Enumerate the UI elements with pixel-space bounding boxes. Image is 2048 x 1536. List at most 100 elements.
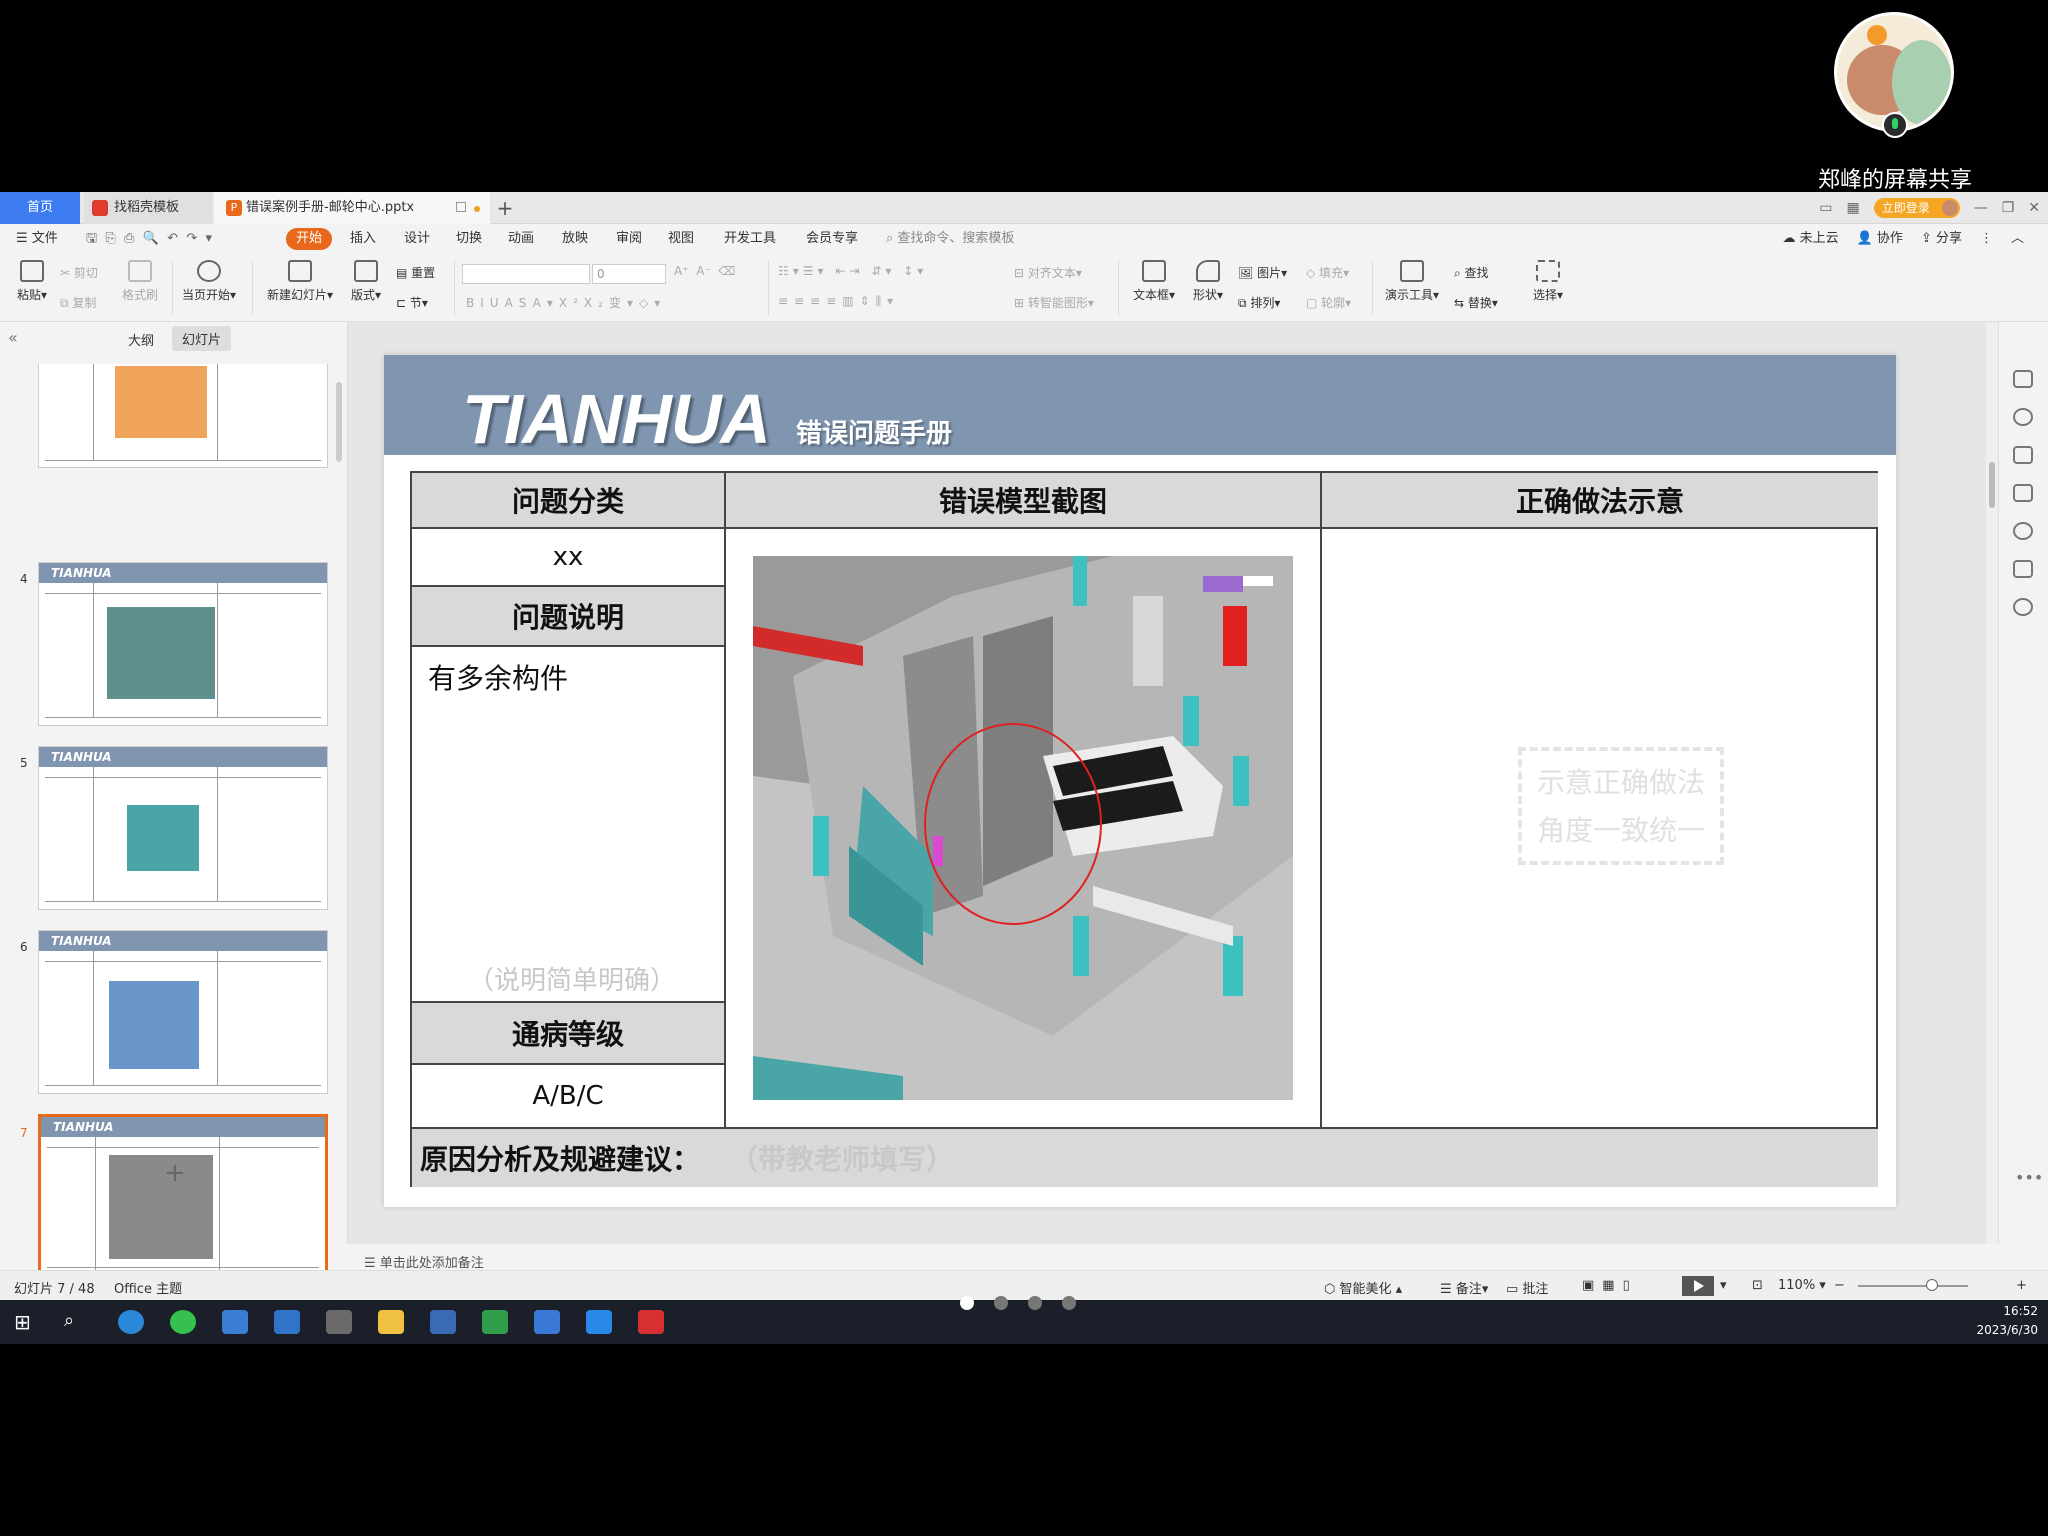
page-dot[interactable] — [1028, 1296, 1042, 1310]
zoom-slider-track[interactable] — [1858, 1285, 1968, 1287]
sorter-view-icon[interactable]: ▦ — [1602, 1278, 1622, 1293]
cut-button[interactable]: ✂ 剪切 — [60, 264, 98, 281]
select-button[interactable]: 选择▾ — [1528, 260, 1568, 303]
reading-view-icon[interactable]: ▯ — [1623, 1278, 1638, 1293]
shadow-text-icon[interactable]: A — [505, 296, 519, 310]
properties-icon[interactable] — [2013, 370, 2033, 388]
comments-toggle[interactable]: ▭ 批注 — [1506, 1278, 1548, 1297]
notes-toggle[interactable]: ☰ 备注▾ — [1440, 1278, 1488, 1297]
bim-model-screenshot[interactable] — [753, 556, 1293, 1100]
more-icon[interactable]: ⋮ — [1980, 228, 1993, 250]
menu-insert[interactable]: 插入 — [350, 228, 376, 250]
text-direction-icon[interactable]: ⇵▾ — [871, 264, 895, 278]
login-button[interactable]: 立即登录 — [1873, 198, 1960, 218]
zoom-level[interactable]: 110% ▾ — [1778, 1278, 1826, 1293]
copy-button[interactable]: ⧉ 复制 — [60, 294, 96, 311]
new-tab-button[interactable]: + — [490, 192, 520, 224]
play-options-chevron-icon[interactable]: ▾ — [1720, 1278, 1727, 1293]
italic-icon[interactable]: I — [480, 296, 490, 310]
slide-thumbnail[interactable] — [38, 364, 328, 468]
cloud-status[interactable]: ☁ 未上云 — [1782, 228, 1838, 250]
phonetic-icon[interactable]: 变▾ — [609, 296, 639, 310]
canvas-scrollbar-thumb[interactable] — [1989, 462, 1995, 508]
store-icon[interactable] — [222, 1310, 248, 1334]
book-icon[interactable] — [2013, 560, 2033, 578]
menu-start[interactable]: 开始 — [286, 228, 333, 250]
paragraph-spacing-icon[interactable]: ⇕ — [860, 294, 876, 308]
calculator-icon[interactable] — [326, 1310, 352, 1334]
bold-icon[interactable]: B — [466, 296, 480, 310]
paste-button[interactable]: 粘贴▾ — [12, 260, 52, 303]
windows-start-icon[interactable]: ⊞ — [14, 1310, 40, 1334]
align-right-icon[interactable]: ≡ — [810, 294, 826, 308]
section-button[interactable]: ⊏ 节▾ — [396, 294, 428, 311]
bullet-list-icon[interactable]: ☷▾ — [778, 264, 803, 278]
align-text-button[interactable]: ⊟ 对齐文本▾ — [1014, 264, 1082, 281]
print-icon[interactable]: ⎙ — [124, 231, 134, 246]
export-pdf-icon[interactable]: ⎘ — [105, 231, 115, 246]
columns-icon[interactable]: ⫼▾ — [876, 294, 900, 308]
tab-outline[interactable]: 大纲 — [128, 330, 154, 349]
customize-chevron-icon[interactable]: ▾ — [205, 231, 212, 246]
superscript-icon[interactable]: X² — [559, 296, 584, 310]
tab-home[interactable]: 首页 — [0, 192, 80, 224]
category-value[interactable]: xx — [412, 529, 726, 587]
minimize-icon[interactable]: — — [1974, 200, 1988, 216]
arrange-button[interactable]: ⧉ 排列▾ — [1238, 294, 1280, 311]
justify-icon[interactable]: ≡ — [826, 294, 842, 308]
shrink-font-icon[interactable]: A⁻ — [696, 264, 711, 278]
edge-browser-icon[interactable] — [118, 1310, 144, 1334]
textbox-button[interactable]: 文本框▾ — [1128, 260, 1180, 303]
slide-thumbnail[interactable]: TIANHUA — [38, 562, 328, 726]
collaborate-button[interactable]: 👤 协作 — [1857, 228, 1903, 250]
slide[interactable]: TIANHUA 错误问题手册 问题分类 错误模型截图 正确做法示意 xx 问题说… — [384, 355, 1896, 1207]
window-mode-icon[interactable] — [456, 202, 466, 212]
layout-button[interactable]: 版式▾ — [348, 260, 384, 303]
description-cell[interactable]: 有多余构件 （说明简单明确） — [412, 647, 726, 1003]
menu-transition[interactable]: 切换 — [456, 228, 482, 250]
menu-developer[interactable]: 开发工具 — [724, 228, 776, 250]
collapse-panel-icon[interactable]: « — [8, 328, 18, 347]
help-icon[interactable] — [2013, 598, 2033, 616]
level-value[interactable]: A/B/C — [412, 1065, 726, 1129]
clear-format-icon[interactable]: ⌫ — [718, 264, 735, 278]
print-preview-icon[interactable]: 🔍 — [143, 231, 159, 246]
reading-mode-icon[interactable]: ▭ — [1819, 200, 1832, 216]
undo-icon[interactable]: ↶ — [167, 231, 178, 246]
wps-app-icon[interactable] — [638, 1310, 664, 1334]
align-left-icon[interactable]: ≡ — [778, 294, 794, 308]
presenter-tools-button[interactable]: 演示工具▾ — [1380, 260, 1444, 303]
revit-app-icon[interactable] — [430, 1310, 456, 1334]
page-dot[interactable] — [960, 1296, 974, 1310]
menu-file[interactable]: ☰ 文件 — [16, 228, 58, 250]
reset-button[interactable]: ▤ 重置 — [396, 264, 435, 281]
slide-thumbnail[interactable]: TIANHUA — [38, 746, 328, 910]
more-options-icon[interactable]: ••• — [2015, 1168, 2043, 1187]
smart-beautify-button[interactable]: ⬡ 智能美化 ▴ — [1324, 1278, 1402, 1297]
smart-shape-button[interactable]: ⊞ 转智能图形▾ — [1014, 294, 1094, 311]
strikethrough-icon[interactable]: S — [519, 296, 533, 310]
taskbar-search-icon[interactable]: ⌕ — [64, 1310, 90, 1334]
slide-thumbnail[interactable]: TIANHUA — [38, 930, 328, 1094]
font-size-select[interactable]: 0 — [592, 264, 666, 284]
cad-app-icon[interactable] — [534, 1310, 560, 1334]
highlight-icon[interactable]: ◇▾ — [639, 296, 666, 310]
command-search[interactable]: ⌕ 查找命令、搜索模板 — [886, 228, 1014, 250]
menu-view[interactable]: 视图 — [668, 228, 694, 250]
replace-button[interactable]: ⇆ 替换▾ — [1454, 294, 1498, 311]
slide-transition-icon[interactable] — [2013, 446, 2033, 464]
save-icon[interactable]: 🖫 — [86, 231, 97, 246]
zoom-in-icon[interactable]: + — [2016, 1278, 2027, 1293]
navisworks-icon[interactable] — [482, 1310, 508, 1334]
picture-button[interactable]: 🖼 图片▾ — [1238, 264, 1287, 281]
underline-icon[interactable]: U — [490, 296, 505, 310]
cause-analysis-row[interactable]: 原因分析及规避建议： （带教老师填写） — [412, 1129, 1878, 1187]
find-button[interactable]: ⌕ 查找 — [1454, 264, 1489, 281]
pin-icon[interactable] — [2013, 408, 2033, 426]
thumbnail-scrollbar[interactable] — [336, 382, 342, 462]
menu-design[interactable]: 设计 — [404, 228, 430, 250]
shape-button[interactable]: 形状▾ — [1188, 260, 1228, 303]
collapse-ribbon-icon[interactable]: ︿ — [2011, 228, 2024, 250]
add-slide-button[interactable]: + — [164, 1158, 186, 1188]
zoom-out-icon[interactable]: − — [1834, 1278, 1845, 1293]
